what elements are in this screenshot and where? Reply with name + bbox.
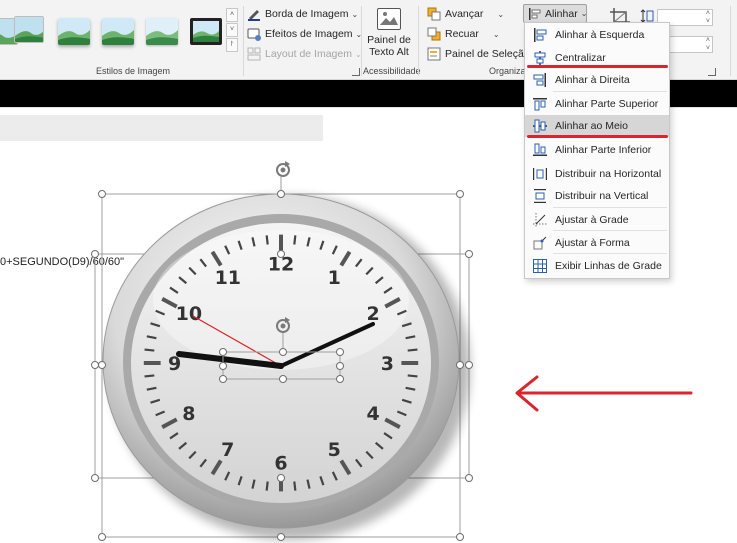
- resize-handle[interactable]: [219, 375, 227, 383]
- resize-handle[interactable]: [465, 250, 473, 258]
- menu-item-label: Ajustar à Forma: [555, 237, 630, 249]
- clock-center-pin: [278, 363, 284, 369]
- red-arrow-annotation: [515, 375, 693, 412]
- clock-number: 11: [215, 267, 241, 289]
- resize-handle[interactable]: [277, 474, 285, 482]
- resize-handle[interactable]: [456, 361, 464, 369]
- view-gridlines-icon: [533, 259, 547, 273]
- resize-handle[interactable]: [219, 348, 227, 356]
- distribute-vertical-icon: [533, 189, 547, 203]
- menu-item-align-left[interactable]: Alinhar à Esquerda: [525, 24, 669, 46]
- menu-separator: [553, 253, 667, 254]
- menu-item-label: Alinhar à Esquerda: [555, 29, 645, 41]
- menu-item-label: Centralizar: [555, 52, 606, 64]
- minute-tick: [407, 348, 418, 352]
- resize-handle[interactable]: [91, 474, 99, 482]
- resize-handle[interactable]: [98, 361, 106, 369]
- clock-number: 3: [381, 353, 394, 375]
- resize-handle[interactable]: [279, 348, 287, 356]
- minute-tick: [293, 235, 297, 245]
- menu-item-label: Exibir Linhas de Grade: [555, 260, 662, 272]
- red-underline-annotation: [527, 135, 668, 138]
- rotate-handle-icon[interactable]: [276, 161, 290, 177]
- align-middle-icon: [533, 119, 547, 133]
- resize-handle[interactable]: [279, 375, 287, 383]
- resize-handle[interactable]: [456, 190, 464, 198]
- align-right-icon: [533, 73, 547, 87]
- clock-number: 8: [182, 403, 195, 425]
- resize-handle[interactable]: [336, 348, 344, 356]
- resize-handle[interactable]: [277, 533, 285, 541]
- menu-item-label: Alinhar Parte Inferior: [555, 144, 652, 156]
- resize-handle[interactable]: [465, 361, 473, 369]
- menu-item-align-middle[interactable]: Alinhar ao Meio: [525, 115, 669, 137]
- resize-handle[interactable]: [98, 533, 106, 541]
- menu-item-align-right[interactable]: Alinhar à Direita: [525, 69, 669, 91]
- align-left-icon: [533, 28, 547, 42]
- minute-tick: [265, 481, 269, 491]
- menu-item-align-bottom[interactable]: Alinhar Parte Inferior: [525, 139, 669, 161]
- resize-handle[interactable]: [456, 533, 464, 541]
- clock-number: 1: [328, 267, 341, 289]
- align-top-icon: [533, 97, 547, 111]
- clock-number: 2: [367, 303, 380, 325]
- align-center-icon: [533, 51, 547, 65]
- resize-handle[interactable]: [91, 250, 99, 258]
- resize-handle[interactable]: [336, 375, 344, 383]
- clock-number: 4: [367, 403, 380, 425]
- menu-separator: [553, 207, 667, 208]
- minute-tick: [265, 235, 269, 245]
- menu-item-label: Alinhar Parte Superior: [555, 98, 659, 110]
- resize-handle[interactable]: [277, 250, 285, 258]
- snap-to-grid-icon: [533, 213, 547, 227]
- menu-separator: [553, 230, 667, 231]
- menu-item-label: Distribuir na Horizontal: [555, 168, 662, 180]
- clock-number: 7: [221, 439, 234, 461]
- menu-item-label: Ajustar à Grade: [555, 214, 629, 226]
- menu-item-align-top[interactable]: Alinhar Parte Superior: [525, 93, 669, 115]
- minute-tick: [144, 348, 155, 352]
- menu-item-label: Alinhar ao Meio: [555, 120, 628, 132]
- resize-handle[interactable]: [91, 361, 99, 369]
- menu-item-view-gridlines[interactable]: Exibir Linhas de Grade: [525, 255, 669, 277]
- resize-handle[interactable]: [277, 190, 285, 198]
- distribute-horizontal-icon: [533, 167, 547, 181]
- menu-item-distribute-vertical[interactable]: Distribuir na Vertical: [525, 185, 669, 207]
- clock-number: 10: [176, 303, 202, 325]
- menu-item-distribute-horizontal[interactable]: Distribuir na Horizontal: [525, 163, 669, 185]
- minute-tick: [144, 374, 155, 378]
- resize-handle[interactable]: [465, 474, 473, 482]
- align-bottom-icon: [533, 143, 547, 157]
- resize-handle[interactable]: [98, 190, 106, 198]
- resize-handle[interactable]: [219, 362, 227, 370]
- minute-tick: [293, 481, 297, 491]
- resize-handle[interactable]: [336, 362, 344, 370]
- clock-number: 6: [274, 453, 287, 475]
- align-dropdown-menu: Alinhar à Esquerda Centralizar Alinhar à D…: [524, 22, 670, 279]
- menu-item-label: Alinhar à Direita: [555, 74, 630, 86]
- menu-item-snap-to-grid[interactable]: Ajustar à Grade: [525, 209, 669, 231]
- red-underline-annotation: [527, 65, 668, 68]
- clock-number: 5: [328, 439, 341, 461]
- snap-to-shape-icon: [533, 236, 547, 250]
- menu-item-label: Distribuir na Vertical: [555, 190, 649, 202]
- excel-window: ˄ ˅ ⨡ Estilos de Imagem Borda de Imagem …: [0, 0, 737, 543]
- menu-separator: [553, 91, 667, 92]
- minute-tick: [407, 374, 418, 378]
- menu-item-snap-to-shape[interactable]: Ajustar à Forma: [525, 232, 669, 254]
